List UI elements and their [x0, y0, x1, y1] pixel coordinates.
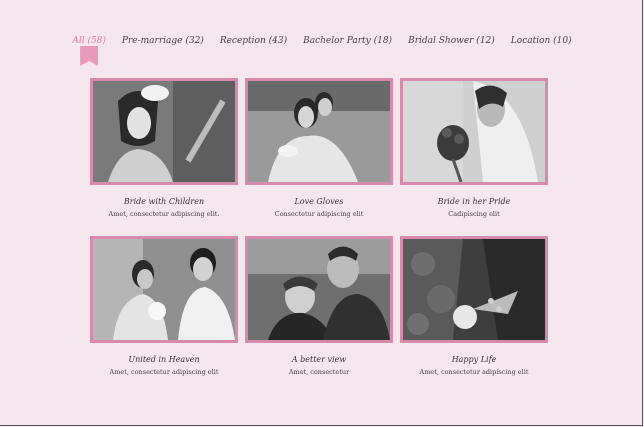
filter-bridal-shower-label: Bridal Shower (12): [408, 36, 495, 46]
filter-bar: All (58) Pre-marriage (32) Reception (43…: [0, 36, 644, 66]
gallery-photo[interactable]: [90, 78, 238, 185]
filter-pre-marriage[interactable]: Pre-marriage (32): [114, 36, 212, 46]
gallery-item-title: Happy Life: [451, 355, 497, 364]
filter-all-label: All (58): [72, 36, 106, 46]
filter-location-label: Location (10): [510, 36, 572, 46]
gallery-item-subtitle: Amet, consectetur adipiscing elit: [419, 368, 529, 376]
active-ribbon-icon: [80, 46, 99, 66]
gallery-item-subtitle: Amet, consectetur adipiscing elit.: [108, 210, 220, 218]
gallery-photo[interactable]: [400, 236, 548, 343]
gallery-photo[interactable]: [90, 236, 238, 343]
gallery-item[interactable]: Bride with Children Amet, consectetur ad…: [90, 78, 238, 218]
filter-reception-label: Reception (43): [219, 36, 288, 46]
filter-bachelor-party[interactable]: Bachelor Party (18): [295, 36, 400, 46]
filter-reception[interactable]: Reception (43): [212, 36, 295, 46]
gallery-item-subtitle: Cadipiscing elit: [448, 210, 500, 218]
gallery-item-subtitle: Amet, consectetur adipiscing elit: [109, 368, 219, 376]
gallery-item[interactable]: A better view Amet, consectetur: [245, 236, 393, 376]
gallery-item[interactable]: Love Gloves Consectetur adipiscing elit: [245, 78, 393, 218]
gallery-item-title: A better view: [291, 355, 347, 364]
gallery-item[interactable]: Happy Life Amet, consectetur adipiscing …: [400, 236, 548, 376]
gallery-item-subtitle: Consectetur adipiscing elit: [274, 210, 364, 218]
gallery-item-title: Bride with Children: [123, 197, 205, 206]
filter-all[interactable]: All (58): [64, 36, 114, 66]
filter-bachelor-party-label: Bachelor Party (18): [303, 36, 393, 46]
gallery-photo[interactable]: [400, 78, 548, 185]
gallery-item[interactable]: United in Heaven Amet, consectetur adipi…: [90, 236, 238, 376]
gallery-photo[interactable]: [245, 78, 393, 185]
gallery-item[interactable]: Bride in her Pride Cadipiscing elit: [400, 78, 548, 218]
filter-location[interactable]: Location (10): [503, 36, 580, 46]
gallery-photo[interactable]: [245, 236, 393, 343]
filter-pre-marriage-label: Pre-marriage (32): [121, 36, 204, 46]
filter-bridal-shower[interactable]: Bridal Shower (12): [400, 36, 503, 46]
gallery-item-subtitle: Amet, consectetur: [288, 368, 350, 376]
gallery-item-title: United in Heaven: [128, 355, 200, 364]
gallery-item-title: Love Gloves: [294, 197, 344, 206]
gallery-item-title: Bride in her Pride: [437, 197, 511, 206]
photo-gallery: Bride with Children Amet, consectetur ad…: [90, 78, 550, 376]
